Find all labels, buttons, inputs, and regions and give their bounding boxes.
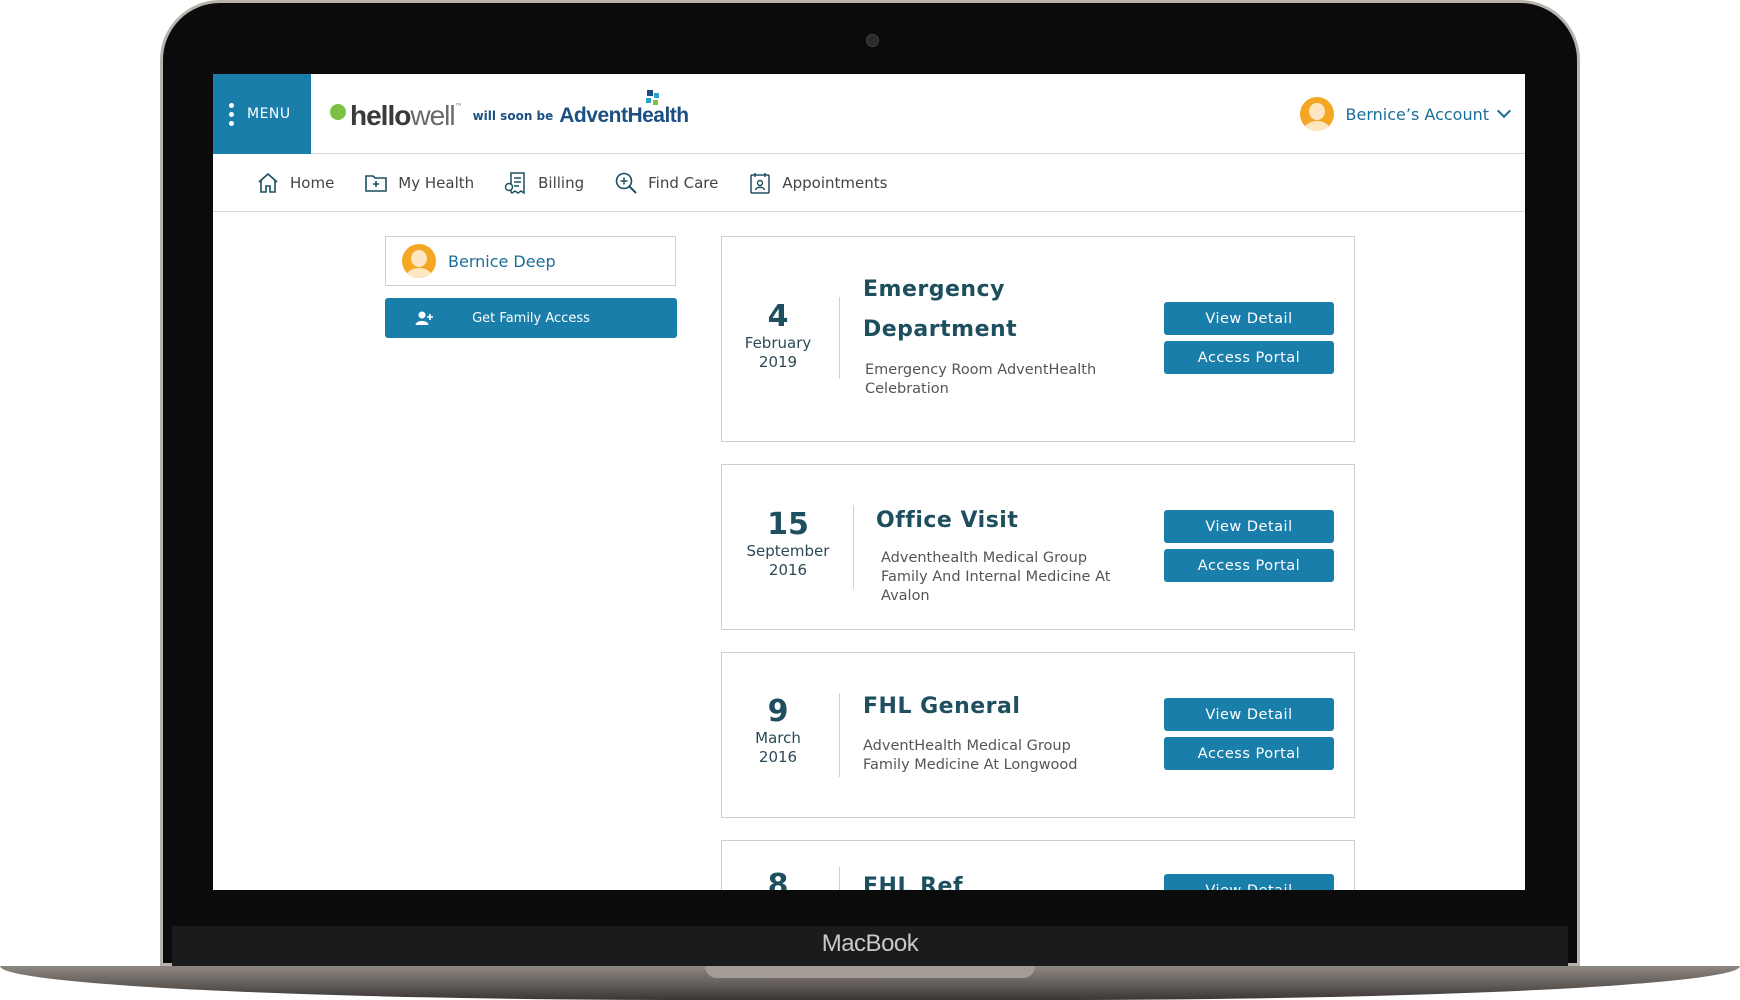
visit-location-line: Emergency Room AdventHealth: [865, 362, 1097, 378]
visit-title: FHL General: [863, 687, 1020, 727]
profile-name: Bernice Deep: [448, 251, 556, 271]
visit-year: 2016: [758, 748, 798, 766]
avatar: [1299, 97, 1334, 131]
visit-year: 2019: [758, 353, 798, 371]
calendar-person-icon: [750, 172, 771, 194]
top-header: MENU hello well ™ will soon be AdventHealt…: [213, 74, 1525, 154]
nav-my-health-label: My Health: [398, 173, 475, 192]
access-portal-button[interactable]: Access Portal: [1164, 341, 1334, 374]
visit-card: 9 March 2016 FHL General AdventHealth Me…: [721, 652, 1355, 818]
nav-home-label: Home: [290, 173, 335, 192]
visit-day: 9: [767, 694, 789, 729]
visit-title-line: Emergency: [863, 277, 1005, 302]
medical-folder-icon: [365, 174, 388, 192]
logo-tagline: will soon be: [472, 109, 554, 123]
nav-find-care-label: Find Care: [648, 173, 719, 192]
visit-title-line: Office Visit: [876, 508, 1019, 533]
view-detail-button[interactable]: View Detail: [1164, 698, 1334, 731]
avatar: [402, 244, 436, 278]
logo-well-text: well: [410, 100, 455, 131]
add-user-icon: [415, 311, 433, 325]
adventhealth-text: AdventHealth: [559, 104, 689, 127]
visit-month: March: [755, 729, 801, 747]
visit-location-line: Avalon: [881, 588, 930, 604]
access-portal-button[interactable]: Access Portal: [1164, 737, 1334, 770]
visit-date: 4 February 2019: [740, 300, 816, 372]
screen: MENU hello well ™ will soon be AdventHealt…: [213, 74, 1525, 890]
date-divider: [839, 867, 840, 890]
visit-location-line: Celebration: [865, 381, 949, 397]
visit-title-line: FHL Ref: [863, 874, 964, 890]
nav-billing[interactable]: Billing: [504, 171, 584, 195]
visit-date: 8: [740, 868, 816, 891]
date-divider: [839, 693, 840, 777]
date-divider: [839, 297, 840, 379]
view-detail-button[interactable]: View Detail: [1164, 874, 1334, 890]
access-portal-button[interactable]: Access Portal: [1164, 549, 1334, 582]
get-family-access-button[interactable]: Get Family Access: [385, 298, 677, 338]
visit-title: FHL Ref: [863, 867, 963, 890]
logo-dot-icon: [330, 104, 346, 120]
nav-appointments[interactable]: Appointments: [748, 171, 887, 195]
view-detail-button[interactable]: View Detail: [1164, 510, 1334, 543]
logo-tm: ™: [454, 101, 463, 111]
visit-card: 8 FHL Ref View Detail: [721, 840, 1355, 890]
visit-title-line: Department: [863, 317, 1018, 342]
visit-location: Adventhealth Medical Group Family And In…: [881, 549, 1110, 606]
menu-button[interactable]: MENU: [213, 74, 311, 154]
hellowell-logo[interactable]: hello well ™ will soon be AdventHealth: [330, 90, 689, 134]
visit-date: 15 September 2016: [740, 508, 836, 580]
visit-month: September: [746, 542, 830, 560]
visit-title-line: FHL General: [863, 694, 1021, 719]
bill-icon: [504, 171, 525, 194]
nav-my-health[interactable]: My Health: [364, 172, 474, 194]
visit-title: Office Visit: [876, 501, 1018, 541]
adventhealth-cross-icon: [646, 90, 660, 105]
visit-location-line: Adventhealth Medical Group: [881, 550, 1088, 566]
visit-card: 15 September 2016 Office Visit Adventhea…: [721, 464, 1355, 630]
adventhealth-logo: AdventHealth: [559, 90, 689, 128]
visit-day: 4: [767, 299, 789, 334]
logo-hello-text: hello: [350, 100, 411, 131]
nav-find-care[interactable]: Find Care: [614, 171, 718, 195]
visit-location-line: AdventHealth Medical Group: [863, 738, 1071, 754]
laptop-notch: [705, 966, 1035, 978]
main-nav: Home My Health Billing Find Care Appoint…: [213, 154, 1525, 212]
nav-billing-label: Billing: [538, 173, 585, 192]
nav-home[interactable]: Home: [256, 171, 334, 195]
visit-title: Emergency Department: [863, 270, 1017, 350]
home-icon: [258, 172, 278, 193]
profile-card[interactable]: Bernice Deep: [385, 236, 676, 286]
kebab-icon: [229, 102, 235, 126]
visit-location: Emergency Room AdventHealth Celebration: [865, 361, 1096, 399]
search-plus-icon: [615, 172, 637, 194]
get-family-access-label: Get Family Access: [472, 310, 590, 326]
date-divider: [853, 505, 854, 589]
visit-year: 2016: [768, 561, 808, 579]
visit-location-line: Family Medicine At Longwood: [863, 757, 1078, 773]
visit-card: 4 February 2019 Emergency Department Eme…: [721, 236, 1355, 442]
visit-month: February: [744, 334, 812, 352]
account-label: Bernice’s Account: [1345, 104, 1489, 124]
webcam-icon: [866, 34, 879, 47]
menu-label: MENU: [247, 106, 291, 122]
view-detail-button[interactable]: View Detail: [1164, 302, 1334, 335]
account-menu[interactable]: Bernice’s Account: [1299, 96, 1512, 132]
device-brand-label: MacBook: [821, 930, 919, 957]
visit-day: 15: [767, 507, 809, 542]
nav-appointments-label: Appointments: [782, 173, 888, 192]
chevron-down-icon: [1496, 103, 1512, 119]
visit-day: 8: [767, 868, 789, 891]
visit-date: 9 March 2016: [740, 695, 816, 767]
visit-location: AdventHealth Medical Group Family Medici…: [863, 737, 1078, 775]
visit-location-line: Family And Internal Medicine At: [881, 569, 1111, 585]
